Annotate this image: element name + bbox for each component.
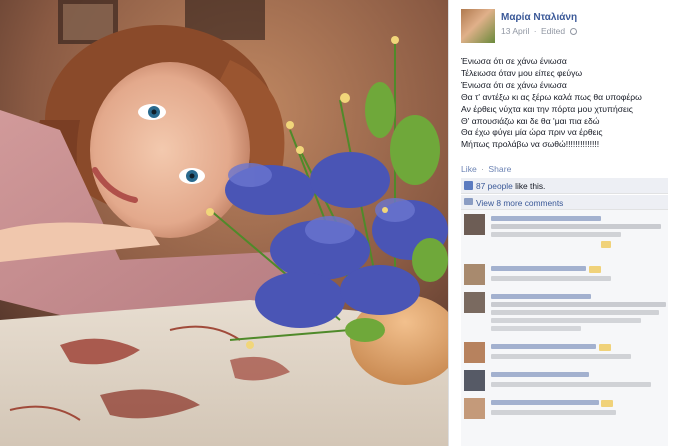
post-date[interactable]: 13 April <box>501 26 529 36</box>
comment-text-blurred <box>491 326 581 331</box>
poem-line: Μήπως προλάβω να σωθώ!!!!!!!!!!!!!! <box>461 139 600 150</box>
globe-icon[interactable] <box>570 28 578 35</box>
author-name[interactable]: Μαρία Νταλιάνη <box>501 12 577 23</box>
view-more-comments[interactable]: View 8 more comments <box>461 195 668 210</box>
edited-label[interactable]: Edited <box>541 26 565 36</box>
commenter-avatar[interactable] <box>464 370 485 391</box>
commenter-name-blurred[interactable] <box>491 266 586 271</box>
commenter-name-blurred[interactable] <box>491 372 589 377</box>
comment-item <box>461 370 668 392</box>
post-meta: 13 April · Edited <box>501 26 578 36</box>
post-photo[interactable] <box>0 0 448 446</box>
poem-line: Θ' απουσιάζω και δε θα 'μαι πια εδώ <box>461 115 600 126</box>
comment-bubble-icon <box>464 198 473 205</box>
likes-suffix: like this. <box>512 181 546 191</box>
comment-text-blurred <box>491 232 621 237</box>
photo-image <box>0 0 448 446</box>
comment-item <box>461 342 668 364</box>
commenter-name-blurred[interactable] <box>491 400 599 405</box>
post-side-panel: Μαρία Νταλιάνη 13 April · Edited Ένιωσα … <box>448 0 675 446</box>
comment-text-blurred <box>491 318 641 323</box>
poem-line: Θα έχω φύγει μία ώρα πριν να έρθεις <box>461 127 603 138</box>
commenter-name-blurred[interactable] <box>491 344 596 349</box>
comment-text-blurred <box>491 224 661 229</box>
commenter-avatar[interactable] <box>464 398 485 419</box>
comment-item <box>461 214 668 248</box>
emoji-icon <box>601 241 611 248</box>
commenter-avatar[interactable] <box>464 292 485 313</box>
view-more-comments-link[interactable]: View 8 more comments <box>476 198 563 208</box>
meta-separator: · <box>533 26 537 36</box>
post-text: Ένιωσα ότι σε χάνω ένιωσα Τέλειωσα όταν … <box>461 56 671 151</box>
comment-text-blurred <box>491 310 659 315</box>
emoji-icon <box>589 266 601 273</box>
likes-text: 87 people like this. <box>476 181 545 191</box>
commenter-avatar[interactable] <box>464 264 485 285</box>
commenter-name-blurred[interactable] <box>491 294 591 299</box>
comment-text-blurred <box>491 354 631 359</box>
comment-text-blurred <box>491 410 616 415</box>
post-header: Μαρία Νταλιάνη 13 April · Edited <box>461 9 671 45</box>
poem-line: Θα τ' αντέξω κι ας ξέρω καλά πως θα υποφ… <box>461 91 642 102</box>
share-link[interactable]: Share <box>488 164 511 174</box>
comment-item <box>461 264 668 286</box>
poem-line: Ένιωσα ότι σε χάνω ένιωσα <box>461 56 567 66</box>
emoji-icon <box>599 344 611 351</box>
post-actions: Like · Share <box>461 164 511 174</box>
commenter-avatar[interactable] <box>464 342 485 363</box>
poem-line: Ένιωσα ότι σε χάνω ένιωσα <box>461 79 567 90</box>
comment-text-blurred <box>491 382 651 387</box>
action-separator: · <box>481 164 485 174</box>
poem-line: Τέλειωσα όταν μου είπες φεύγω <box>461 67 583 78</box>
likes-count-link[interactable]: 87 people <box>476 181 513 191</box>
comment-text-blurred <box>491 302 666 307</box>
comment-text-blurred <box>491 276 611 281</box>
comment-item <box>461 292 668 332</box>
thumbs-up-icon <box>464 181 473 190</box>
like-link[interactable]: Like <box>461 164 477 174</box>
author-avatar[interactable] <box>461 9 495 43</box>
emoji-icon <box>601 400 613 407</box>
likes-summary: 87 people like this. <box>461 178 668 194</box>
comment-item <box>461 398 668 420</box>
comments-list <box>461 210 668 446</box>
commenter-name-blurred[interactable] <box>491 216 601 221</box>
commenter-avatar[interactable] <box>464 214 485 235</box>
poem-line: Αν έρθεις νύχτα και την πόρτα μου χτυπήσ… <box>461 103 633 114</box>
